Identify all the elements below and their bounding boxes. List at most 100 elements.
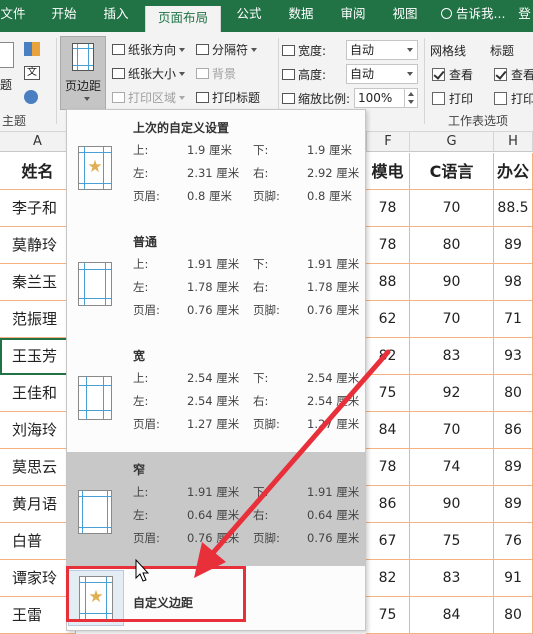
score-cell-f[interactable]: 82 bbox=[366, 560, 410, 597]
tab-data[interactable]: 数据 bbox=[281, 0, 321, 32]
themes-button-label[interactable]: 题 bbox=[0, 76, 12, 93]
score-cell-g[interactable]: 84 bbox=[410, 597, 494, 634]
breaks-icon bbox=[196, 44, 209, 55]
print-area-button[interactable]: 打印区域 bbox=[112, 89, 186, 106]
score-cell-f[interactable]: 78 bbox=[366, 190, 410, 227]
background-button[interactable]: 背景 bbox=[196, 65, 236, 82]
print-titles-button[interactable]: 打印标题 bbox=[196, 89, 260, 106]
gridlines-view-checkbox[interactable]: 查看 bbox=[432, 66, 473, 83]
score-cell-h[interactable]: 80 bbox=[494, 597, 533, 634]
column-header-f[interactable]: F bbox=[366, 132, 410, 152]
score-cell-g[interactable]: 83 bbox=[410, 560, 494, 597]
score-cell-f[interactable]: 88 bbox=[366, 264, 410, 301]
height-select[interactable]: 自动 bbox=[346, 64, 418, 84]
score-cell-h[interactable]: 88.5 bbox=[494, 190, 533, 227]
headings-view-checkbox[interactable]: 查看 bbox=[494, 66, 533, 83]
name-cell[interactable]: 莫静玲 bbox=[0, 227, 76, 264]
score-cell-f[interactable]: 82 bbox=[366, 338, 410, 375]
width-select[interactable]: 自动 bbox=[346, 40, 418, 60]
tab-review[interactable]: 审阅 bbox=[333, 0, 373, 32]
size-button[interactable]: 纸张大小 bbox=[112, 65, 186, 82]
score-cell-g[interactable]: 90 bbox=[410, 486, 494, 523]
column-header-h[interactable]: H bbox=[494, 132, 533, 152]
score-cell-g[interactable]: 90 bbox=[410, 264, 494, 301]
score-cell-h[interactable]: 89 bbox=[494, 227, 533, 264]
name-cell[interactable]: 王玉芳 bbox=[0, 338, 76, 375]
score-cell-f[interactable]: 62 bbox=[366, 301, 410, 338]
margin-preset-last-custom[interactable]: ★ 上次的自定义设置 上: 1.9 厘米 下: 1.9 厘米 左: 2.31 厘米 右: 2… bbox=[67, 110, 365, 224]
score-cell-g[interactable]: 70 bbox=[410, 190, 494, 227]
themes-icon[interactable] bbox=[0, 42, 14, 68]
name-cell[interactable]: 白普 bbox=[0, 523, 76, 560]
column-header-a[interactable]: A bbox=[0, 132, 76, 152]
tab-view[interactable]: 视图 bbox=[385, 0, 425, 32]
preset-title: 宽 bbox=[133, 349, 146, 363]
score-cell-g[interactable]: 75 bbox=[410, 523, 494, 560]
score-cell-h[interactable]: 91 bbox=[494, 560, 533, 597]
name-cell[interactable]: 刘海玲 bbox=[0, 412, 76, 449]
header-cell-g[interactable]: C语言 bbox=[410, 153, 494, 190]
height-label: 高度: bbox=[282, 66, 326, 83]
score-cell-f[interactable]: 86 bbox=[366, 486, 410, 523]
score-cell-f[interactable]: 84 bbox=[366, 412, 410, 449]
spinner-arrows-icon[interactable] bbox=[404, 89, 417, 107]
score-cell-h[interactable]: 98 bbox=[494, 264, 533, 301]
margin-preset-narrow[interactable]: 窄 上: 1.91 厘米 下: 1.91 厘米 左: 0.64 厘米 右: 0.64 厘米 … bbox=[67, 452, 365, 566]
score-cell-h[interactable]: 89 bbox=[494, 486, 533, 523]
tab-insert[interactable]: 插入 bbox=[96, 0, 136, 32]
name-cell[interactable]: 王佳和 bbox=[0, 375, 76, 412]
tell-me-box[interactable]: 告诉我... bbox=[441, 0, 505, 32]
score-cell-h[interactable]: 89 bbox=[494, 449, 533, 486]
score-cell-g[interactable]: 70 bbox=[410, 412, 494, 449]
margins-icon bbox=[72, 43, 94, 71]
score-cell-h[interactable]: 86 bbox=[494, 412, 533, 449]
name-cell[interactable]: 范振理 bbox=[0, 301, 76, 338]
chevron-down-icon bbox=[84, 97, 90, 101]
chevron-down-icon bbox=[407, 72, 413, 76]
gridlines-print-checkbox[interactable]: 打印 bbox=[432, 90, 473, 107]
score-cell-g[interactable]: 70 bbox=[410, 301, 494, 338]
score-cell-g[interactable]: 92 bbox=[410, 375, 494, 412]
margins-button[interactable]: 页边距 bbox=[60, 36, 106, 110]
score-cell-f[interactable]: 75 bbox=[366, 375, 410, 412]
margin-preset-normal[interactable]: 普通 上: 1.91 厘米 下: 1.91 厘米 左: 1.78 厘米 右: 1.78 厘米… bbox=[67, 224, 365, 338]
fonts-icon[interactable]: 文 bbox=[24, 66, 40, 80]
signin-link[interactable]: 登 bbox=[516, 0, 533, 32]
score-cell-f[interactable]: 78 bbox=[366, 449, 410, 486]
score-cell-h[interactable]: 71 bbox=[494, 301, 533, 338]
score-cell-g[interactable]: 83 bbox=[410, 338, 494, 375]
score-cell-g[interactable]: 80 bbox=[410, 227, 494, 264]
margin-preset-wide[interactable]: 宽 上: 2.54 厘米 下: 2.54 厘米 左: 2.54 厘米 右: 2.54 厘米 … bbox=[67, 338, 365, 452]
name-cell[interactable]: 李子和 bbox=[0, 190, 76, 227]
orientation-button[interactable]: 纸张方向 bbox=[112, 41, 186, 58]
preset-title: 窄 bbox=[133, 463, 146, 477]
header-cell-f[interactable]: 模电 bbox=[366, 153, 410, 190]
score-cell-h[interactable]: 93 bbox=[494, 338, 533, 375]
name-cell[interactable]: 王雷 bbox=[0, 597, 76, 634]
headings-print-checkbox[interactable]: 打印 bbox=[494, 90, 533, 107]
name-cell[interactable]: 谭家玲 bbox=[0, 560, 76, 597]
score-cell-h[interactable]: 76 bbox=[494, 523, 533, 560]
tab-page-layout[interactable]: 页面布局 bbox=[145, 6, 221, 32]
name-cell[interactable]: 黄月语 bbox=[0, 486, 76, 523]
name-cell[interactable]: 秦兰玉 bbox=[0, 264, 76, 301]
score-cell-h[interactable]: 80 bbox=[494, 375, 533, 412]
score-cell-f[interactable]: 78 bbox=[366, 227, 410, 264]
paper-size-icon bbox=[112, 68, 125, 79]
tab-formulas[interactable]: 公式 bbox=[229, 0, 269, 32]
breaks-button[interactable]: 分隔符 bbox=[196, 41, 258, 58]
header-cell-h[interactable]: 办公 bbox=[494, 153, 533, 190]
tab-file[interactable]: 文件 bbox=[0, 0, 26, 32]
score-cell-g[interactable]: 74 bbox=[410, 449, 494, 486]
header-cell-name[interactable]: 姓名 bbox=[0, 153, 76, 190]
tab-home[interactable]: 开始 bbox=[44, 0, 84, 32]
effects-icon[interactable] bbox=[24, 90, 38, 104]
checkbox-checked-icon bbox=[494, 68, 507, 81]
column-header-g[interactable]: G bbox=[410, 132, 494, 152]
score-cell-f[interactable]: 75 bbox=[366, 597, 410, 634]
colors-icon[interactable] bbox=[24, 42, 40, 56]
score-cell-f[interactable]: 67 bbox=[366, 523, 410, 560]
gridlines-group-label: 网格线 bbox=[430, 44, 467, 58]
scale-spinner[interactable]: 100% bbox=[354, 88, 418, 108]
name-cell[interactable]: 莫思云 bbox=[0, 449, 76, 486]
